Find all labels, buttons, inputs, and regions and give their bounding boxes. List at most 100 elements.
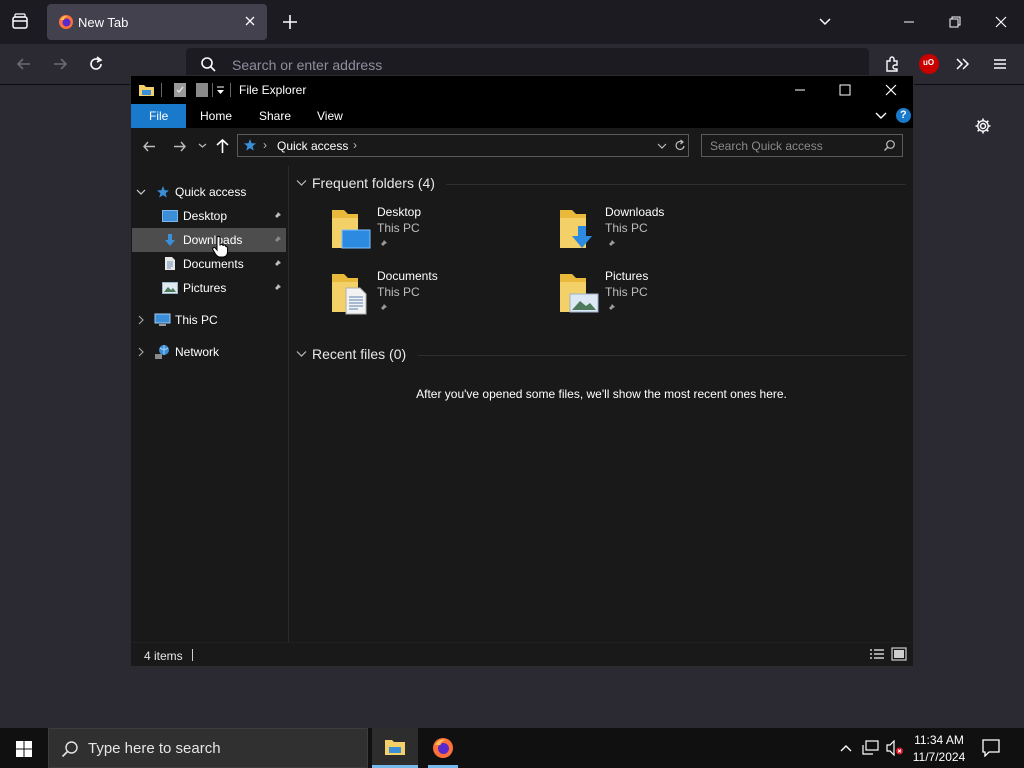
volume-button[interactable] [886, 740, 904, 756]
action-center-button[interactable] [982, 739, 1000, 757]
explorer-close-button[interactable] [884, 83, 898, 97]
minimize-button[interactable] [901, 14, 917, 30]
desktop-folder-icon [332, 210, 371, 249]
nav-label-network: Network [175, 345, 220, 359]
ublock-extension-button[interactable]: uO [919, 54, 939, 74]
address-row: › Quick access › Search Quick access [131, 128, 913, 166]
explorer-search-box[interactable]: Search Quick access [701, 134, 903, 157]
expand-ribbon-button[interactable] [874, 109, 888, 123]
refresh-button[interactable] [674, 139, 686, 152]
customize-new-tab-button[interactable] [974, 117, 992, 135]
explorer-minimize-button[interactable] [793, 83, 807, 97]
folder-tile-downloads[interactable]: Downloads This PC [558, 204, 758, 256]
help-button[interactable]: ? [896, 108, 911, 123]
explorer-back-button[interactable] [142, 139, 157, 154]
nav-item-quick-access[interactable]: Quick access [131, 180, 288, 204]
nav-label-quick-access: Quick access [175, 185, 247, 199]
arrow-left-icon [16, 58, 30, 70]
restore-icon [949, 16, 961, 28]
details-view-button[interactable] [869, 648, 885, 661]
close-icon [245, 16, 255, 26]
back-button[interactable] [15, 55, 33, 73]
tab-close-button[interactable] [243, 14, 257, 28]
nav-item-network[interactable]: Network [131, 340, 288, 364]
extensions-button[interactable] [883, 55, 901, 73]
recent-locations-button[interactable] [198, 141, 207, 150]
explorer-title-bar: File Explorer [131, 76, 913, 104]
tab-new-tab[interactable]: New Tab [47, 4, 267, 40]
close-icon [995, 16, 1007, 28]
clock-button[interactable]: 11:34 AM 11/7/2024 [908, 730, 970, 766]
address-history-button[interactable] [657, 141, 667, 151]
nav-label-pictures: Pictures [183, 281, 227, 295]
collapsed-chevron-icon [138, 315, 144, 325]
nav-item-documents[interactable]: Documents [131, 252, 288, 276]
taskbar-firefox-button[interactable] [420, 728, 466, 768]
nav-item-desktop[interactable]: Desktop [131, 204, 288, 228]
pin-icon [379, 240, 387, 248]
properties-quick-button[interactable] [173, 82, 187, 98]
download-arrow-icon [165, 234, 175, 246]
reload-button[interactable] [87, 55, 105, 73]
chevron-down-icon [198, 143, 207, 148]
navigation-pane: Quick access Desktop Downloads Documents… [131, 166, 289, 642]
network-status-button[interactable] [862, 740, 880, 756]
tab-file[interactable]: File [131, 104, 186, 128]
pin-icon [273, 236, 281, 244]
large-icons-view-button[interactable] [891, 647, 907, 661]
start-button[interactable] [0, 728, 48, 768]
chevron-down-icon [875, 112, 887, 119]
recent-files-header[interactable]: Recent files (0) [296, 345, 906, 365]
folder-tile-pictures[interactable]: Pictures This PC [558, 268, 758, 320]
close-window-button[interactable] [993, 14, 1009, 30]
tab-home[interactable]: Home [200, 109, 232, 123]
puzzle-icon [886, 56, 898, 72]
restore-button[interactable] [947, 14, 963, 30]
up-one-level-button[interactable] [215, 138, 230, 154]
show-hidden-icons-button[interactable] [838, 740, 854, 756]
expanded-chevron-icon [136, 189, 146, 195]
customize-quick-access-button[interactable] [216, 86, 225, 96]
taskbar-search-box[interactable]: Type here to search [48, 728, 368, 768]
volume-muted-icon [886, 740, 903, 756]
address-bar[interactable]: › Quick access › [237, 134, 689, 157]
nav-item-this-pc[interactable]: This PC [131, 308, 288, 332]
pin-icon [273, 284, 281, 292]
explorer-maximize-button[interactable] [838, 83, 852, 97]
folder-location: This PC [605, 285, 648, 299]
explorer-forward-button[interactable] [172, 139, 187, 154]
tab-view[interactable]: View [317, 109, 343, 123]
new-folder-quick-button[interactable] [195, 82, 209, 98]
forward-button[interactable] [51, 55, 69, 73]
folder-tile-desktop[interactable]: Desktop This PC [330, 204, 530, 256]
app-menu-button[interactable] [991, 55, 1009, 73]
arrow-right-icon [54, 58, 68, 70]
list-all-tabs-button[interactable] [817, 14, 833, 30]
folder-name: Desktop [377, 205, 422, 219]
pictures-icon [162, 282, 178, 294]
folder-tile-documents[interactable]: Documents This PC [330, 268, 530, 320]
new-tab-button[interactable] [281, 13, 299, 31]
nav-item-pictures[interactable]: Pictures [131, 276, 288, 300]
more-tools-button[interactable] [954, 55, 972, 73]
tab-share[interactable]: Share [259, 109, 291, 123]
chevron-down-icon [296, 351, 307, 357]
network-ethernet-icon [862, 740, 879, 755]
plus-icon [283, 15, 297, 29]
taskbar-file-explorer-button[interactable] [372, 728, 418, 768]
computer-icon [154, 313, 171, 326]
new-folder-icon [196, 83, 208, 97]
desktop-icon [162, 210, 178, 222]
ribbon-tab-bar: File Home Share View ? [131, 104, 913, 128]
folder-name: Pictures [605, 269, 649, 283]
folder-app-icon [139, 85, 154, 96]
dropdown-arrow-icon [217, 86, 224, 94]
breadcrumb-quick-access[interactable]: Quick access [277, 139, 348, 153]
double-chevron-right-icon [956, 58, 970, 70]
firefox-view-button[interactable] [10, 12, 30, 32]
recent-files-title: Recent files (0) [312, 346, 407, 362]
nav-item-downloads[interactable]: Downloads [132, 228, 286, 252]
folder-location: This PC [605, 221, 648, 235]
frequent-folders-header[interactable]: Frequent folders (4) [296, 174, 906, 194]
pin-icon [273, 260, 281, 268]
